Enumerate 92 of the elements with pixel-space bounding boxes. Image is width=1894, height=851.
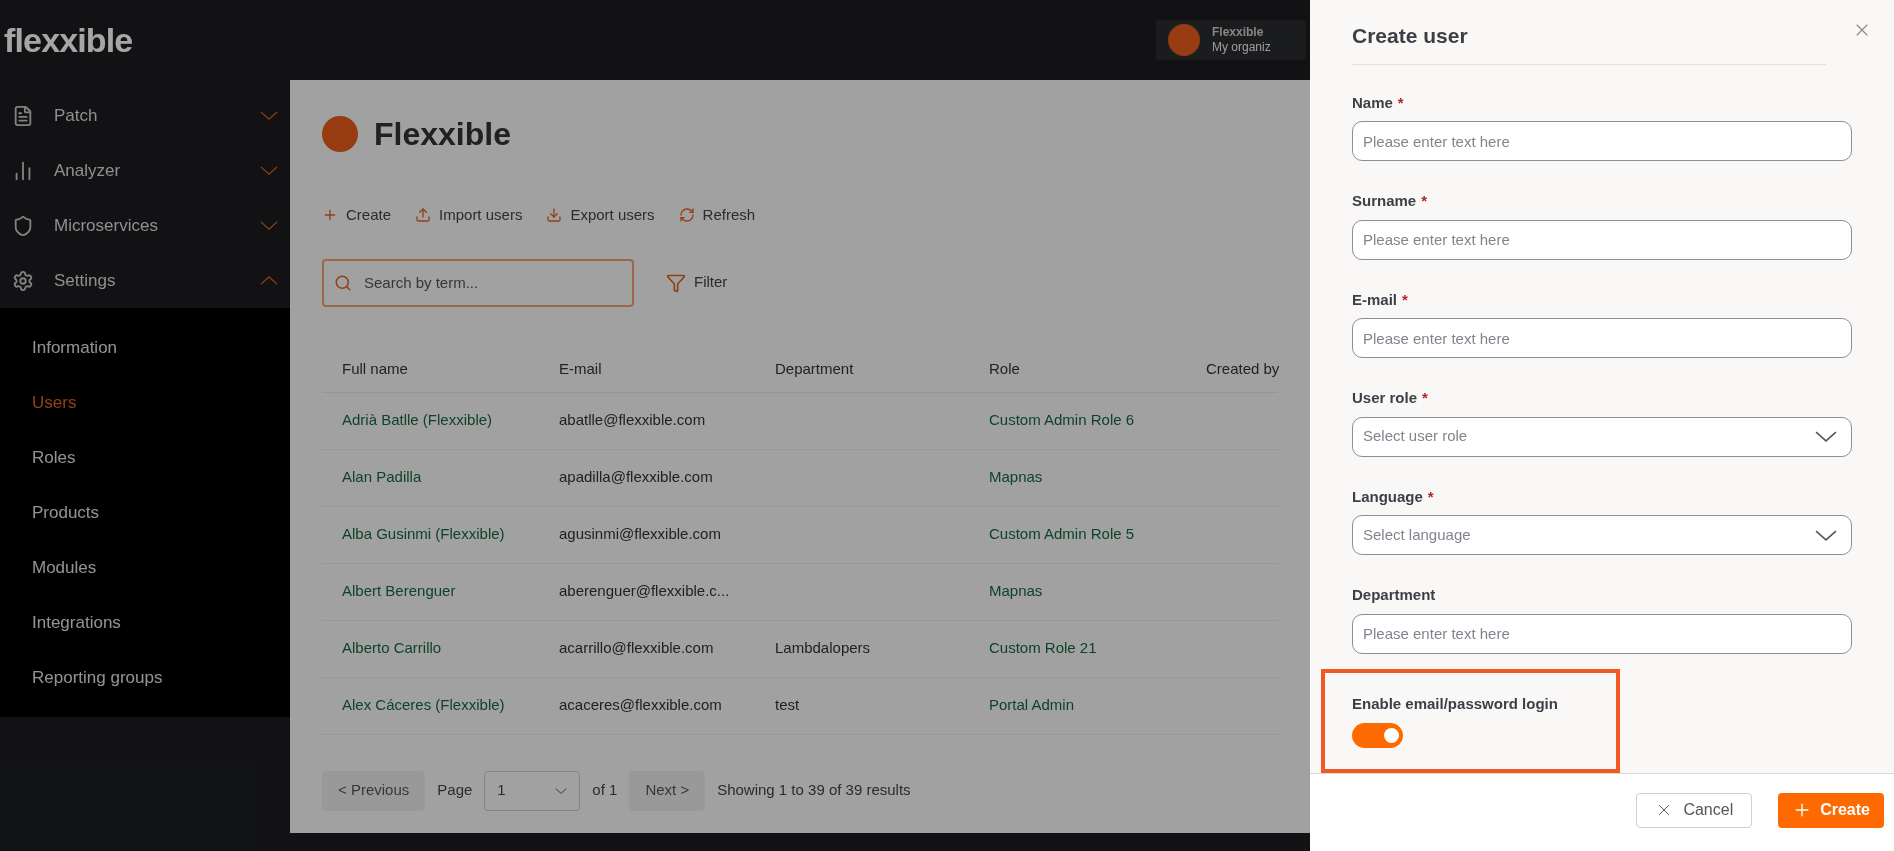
page-select[interactable]: 1 — [484, 770, 581, 811]
table-cell-text: abatlle@flexxible.com — [559, 410, 707, 431]
field-label: Language — [1352, 486, 1423, 507]
input-field[interactable]: Please enter text here — [1352, 318, 1852, 358]
submenu-item[interactable]: Users — [0, 375, 290, 430]
table-cell[interactable]: Mapnas — [989, 580, 1206, 603]
toolbar-button[interactable]: Import users — [415, 204, 523, 227]
toggle-label: Enable email/password login — [1352, 693, 1559, 714]
chevron-icon — [555, 787, 568, 794]
input-field[interactable]: Please enter text here — [1352, 613, 1852, 654]
sidebar-item[interactable]: Analyzer — [0, 143, 290, 198]
chevron-icon — [1815, 529, 1837, 541]
table-cell[interactable]: Albert Berenguer — [342, 580, 559, 603]
previous-button[interactable]: < Previous — [322, 770, 426, 811]
account-name: Flexxible — [1212, 25, 1265, 40]
cancel-button[interactable]: Cancel — [1636, 792, 1753, 828]
filter-icon — [666, 272, 686, 293]
column-header[interactable]: Full name — [342, 357, 559, 381]
account-card[interactable]: Flexxible My organiz — [1156, 20, 1306, 60]
submenu-item[interactable]: Information — [0, 320, 290, 375]
required-mark: * — [1422, 388, 1428, 408]
table-cell-text: apadilla@flexxible.com — [559, 467, 714, 488]
submenu-item[interactable]: Reporting groups — [0, 650, 290, 705]
field-label: Surname — [1352, 191, 1417, 211]
required-mark: * — [1427, 486, 1434, 507]
submenu-item[interactable]: Products — [0, 485, 290, 540]
drawer-title: Create user — [1352, 24, 1468, 47]
search-field[interactable]: Search by term... — [322, 258, 634, 307]
upload-icon — [415, 207, 432, 224]
select-field[interactable]: Select language — [1352, 515, 1852, 555]
required-mark: * — [1397, 92, 1404, 113]
results-summary: Showing 1 to 39 of 39 results — [717, 780, 911, 801]
toolbar-button[interactable]: Create — [322, 204, 392, 227]
table-cell[interactable]: Alberto Carrillo — [342, 637, 559, 660]
filter-button[interactable]: Filter — [666, 271, 728, 294]
required-mark: * — [1402, 289, 1408, 310]
table-cell[interactable]: Alex Cáceres (Flexxible) — [342, 694, 559, 717]
next-button[interactable]: Next > — [629, 770, 706, 811]
submenu-item[interactable]: Modules — [0, 540, 290, 595]
table-cell[interactable]: Alba Gusinmi (Flexxible) — [342, 523, 559, 546]
table-cell-text: acaceres@flexxible.com — [559, 695, 723, 716]
chevron-icon — [260, 166, 278, 175]
table-cell[interactable]: Custom Admin Role 5 — [989, 523, 1206, 546]
submenu-item[interactable]: Roles — [0, 430, 290, 485]
page-title: Flexxible — [374, 115, 511, 154]
organization-icon — [322, 116, 358, 152]
sidebar-item[interactable]: Patch — [0, 88, 290, 143]
select-field[interactable]: Select user role — [1352, 416, 1852, 457]
page-label: Page — [437, 780, 473, 801]
account-subtitle: My organiz — [1212, 40, 1271, 55]
field-label: Name — [1352, 92, 1393, 113]
refresh-icon — [678, 207, 695, 224]
field-label: User role — [1352, 388, 1418, 408]
required-mark: * — [1421, 191, 1428, 211]
organization-icon — [1168, 24, 1200, 56]
download-icon — [546, 207, 563, 224]
search-icon — [334, 273, 352, 292]
column-header[interactable]: Role — [989, 357, 1206, 381]
login-toggle[interactable] — [1352, 723, 1403, 748]
table-cell[interactable]: Adrià Batlle (Flexxible) — [342, 409, 559, 432]
input-field[interactable]: Please enter text here — [1352, 121, 1852, 161]
toolbar-button[interactable]: Export users — [546, 204, 655, 227]
sidebar-item[interactable]: Microservices — [0, 198, 290, 253]
input-field[interactable]: Please enter text here — [1352, 219, 1852, 260]
column-header[interactable]: Created by — [1206, 357, 1280, 381]
toolbar-button[interactable]: Refresh — [678, 204, 756, 227]
table-cell-text: acarrillo@flexxible.com — [559, 638, 715, 659]
chevron-icon — [260, 111, 278, 120]
sidebar-item[interactable]: Settings — [0, 253, 290, 308]
field-label: E-mail — [1352, 289, 1397, 310]
menu-icon — [12, 104, 34, 127]
chevron-icon — [260, 221, 278, 230]
menu-icon — [12, 269, 34, 292]
table-cell-text: aberenguer@flexxible.c... — [559, 581, 731, 602]
table-cell-text: test — [775, 695, 801, 716]
chevron-icon — [260, 276, 278, 285]
page-count: of 1 — [592, 780, 618, 801]
column-header[interactable]: E-mail — [559, 357, 775, 381]
logo: flexxible — [4, 19, 133, 61]
table-cell[interactable]: Custom Admin Role 6 — [989, 409, 1206, 432]
field-label: Department — [1352, 585, 1436, 605]
submenu-item[interactable]: Integrations — [0, 595, 290, 650]
chevron-icon — [1815, 431, 1837, 442]
table-cell-text: agusinmi@flexxible.com — [559, 524, 722, 545]
create-button[interactable]: Create — [1778, 792, 1884, 828]
table-cell[interactable]: Custom Role 21 — [989, 637, 1206, 660]
menu-icon — [12, 214, 34, 237]
column-header[interactable]: Department — [775, 357, 989, 381]
table-cell[interactable]: Mapnas — [989, 466, 1206, 489]
table-cell[interactable]: Alan Padilla — [342, 466, 559, 489]
table-cell[interactable]: Portal Admin — [989, 694, 1206, 717]
table-cell-text: Lambdalopers — [775, 638, 872, 659]
